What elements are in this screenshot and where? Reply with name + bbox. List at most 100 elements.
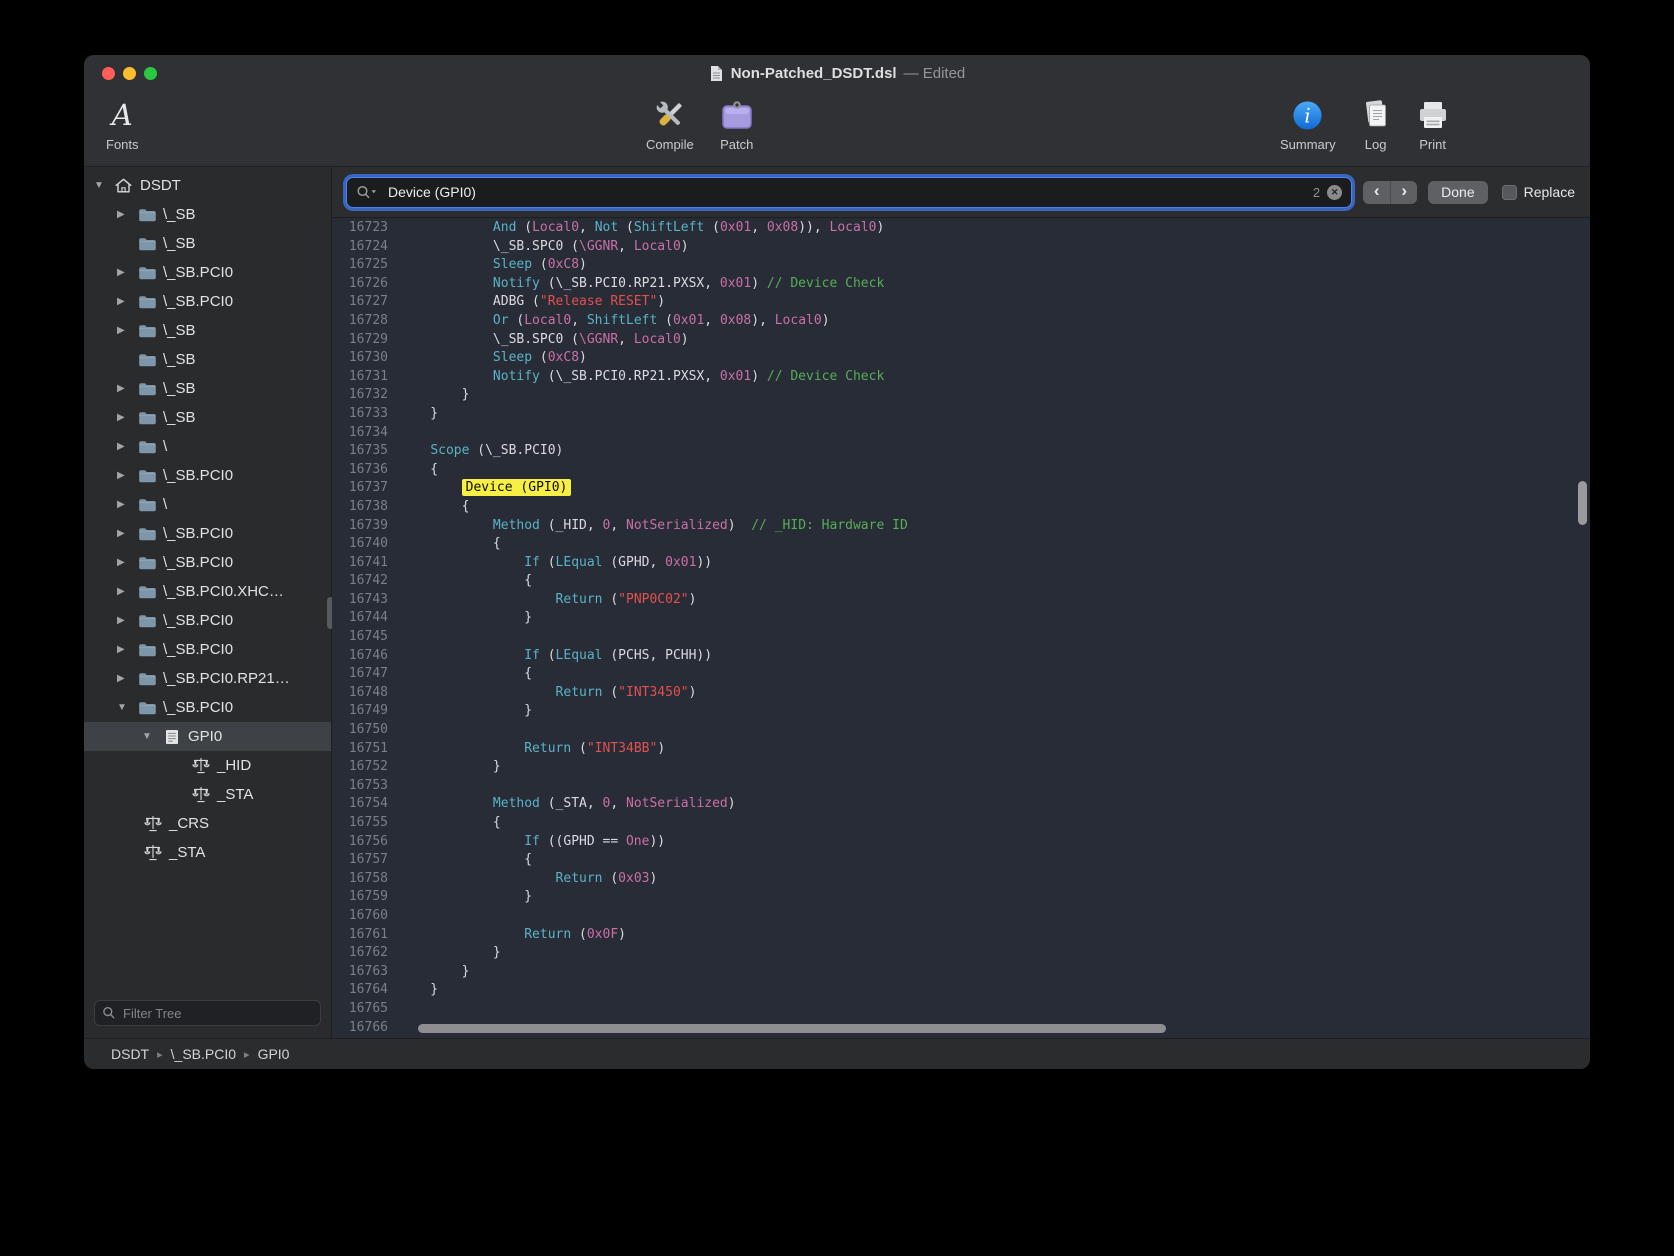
tree-item[interactable]: ▼GPI0	[84, 722, 331, 751]
tree-item[interactable]: _CRS	[84, 809, 331, 838]
code-line[interactable]: 16763 }	[332, 963, 1590, 982]
replace-checkbox[interactable]	[1502, 185, 1517, 200]
find-next-button[interactable]: ›	[1390, 181, 1417, 204]
disclosure-down-icon[interactable]: ▼	[142, 731, 161, 742]
tree-item[interactable]: ▶\_SB.PCI0.RP21…	[84, 664, 331, 693]
code-line[interactable]: 16731 Notify (\_SB.PCI0.RP21.PXSX, 0x01)…	[332, 368, 1590, 387]
code-line[interactable]: 16748 Return ("INT3450")	[332, 684, 1590, 703]
code-line[interactable]: 16738 {	[332, 498, 1590, 517]
code-line[interactable]: 16765	[332, 1000, 1590, 1019]
disclosure-right-icon[interactable]: ▶	[117, 296, 136, 307]
breadcrumb-item[interactable]: DSDT	[111, 1046, 149, 1062]
disclosure-right-icon[interactable]: ▶	[117, 209, 136, 220]
code-line[interactable]: 16728 Or (Local0, ShiftLeft (0x01, 0x08)…	[332, 312, 1590, 331]
code-line[interactable]: 16732 }	[332, 386, 1590, 405]
zoom-window-button[interactable]	[144, 67, 157, 80]
code-line[interactable]: 16734	[332, 424, 1590, 443]
tree-item[interactable]: _STA	[84, 838, 331, 867]
code-line[interactable]: 16726 Notify (\_SB.PCI0.RP21.PXSX, 0x01)…	[332, 275, 1590, 294]
tree-item[interactable]: ▶\_SB	[84, 403, 331, 432]
code-line[interactable]: 16762 }	[332, 944, 1590, 963]
patch-button[interactable]: Patch	[720, 96, 754, 152]
disclosure-right-icon[interactable]: ▶	[117, 673, 136, 684]
disclosure-right-icon[interactable]: ▶	[117, 412, 136, 423]
tree-item[interactable]: ▶\	[84, 432, 331, 461]
summary-button[interactable]: i Summary	[1280, 96, 1336, 152]
find-previous-button[interactable]: ‹	[1363, 181, 1390, 204]
breadcrumb-item[interactable]: GPI0	[258, 1046, 290, 1062]
tree-item[interactable]: ▶\_SB.PCI0	[84, 258, 331, 287]
disclosure-down-icon[interactable]: ▼	[117, 702, 136, 713]
code-line[interactable]: 16757 {	[332, 851, 1590, 870]
filter-tree-input[interactable]	[121, 1005, 313, 1022]
tree-item[interactable]: ▶\_SB.PCI0	[84, 287, 331, 316]
code-line[interactable]: 16749 }	[332, 702, 1590, 721]
code-line[interactable]: 16737 Device (GPI0)	[332, 479, 1590, 498]
disclosure-right-icon[interactable]: ▶	[117, 267, 136, 278]
code-line[interactable]: 16753	[332, 777, 1590, 796]
code-line[interactable]: 16761 Return (0x0F)	[332, 926, 1590, 945]
tree-item[interactable]: ▶\_SB	[84, 374, 331, 403]
disclosure-right-icon[interactable]: ▶	[117, 644, 136, 655]
tree-item[interactable]: \_SB	[84, 345, 331, 374]
tree-item[interactable]: ▶\_SB.PCI0	[84, 606, 331, 635]
find-input[interactable]	[386, 183, 1306, 201]
disclosure-right-icon[interactable]: ▶	[117, 499, 136, 510]
done-button[interactable]: Done	[1428, 181, 1487, 204]
code-editor[interactable]: 16723 And (Local0, Not (ShiftLeft (0x01,…	[332, 218, 1590, 1038]
code-line[interactable]: 16747 {	[332, 665, 1590, 684]
code-line[interactable]: 16725 Sleep (0xC8)	[332, 256, 1590, 275]
tree-item[interactable]: ▶\_SB.PCI0	[84, 548, 331, 577]
disclosure-down-icon[interactable]: ▼	[94, 180, 113, 191]
tree-item[interactable]: ▶\_SB.PCI0	[84, 461, 331, 490]
code-line[interactable]: 16752 }	[332, 758, 1590, 777]
code-line[interactable]: 16751 Return ("INT34BB")	[332, 740, 1590, 759]
tree-item[interactable]: _STA	[84, 780, 331, 809]
code-line[interactable]: 16750	[332, 721, 1590, 740]
code-line[interactable]: 16729 \_SB.SPC0 (\GGNR, Local0)	[332, 331, 1590, 350]
disclosure-right-icon[interactable]: ▶	[117, 586, 136, 597]
code-line[interactable]: 16746 If (LEqual (PCHS, PCHH))	[332, 647, 1590, 666]
code-line[interactable]: 16754 Method (_STA, 0, NotSerialized)	[332, 795, 1590, 814]
tree-item[interactable]: ▶\	[84, 490, 331, 519]
code-line[interactable]: 16764 }	[332, 981, 1590, 1000]
vertical-scrollbar-thumb[interactable]	[1578, 481, 1587, 525]
code-line[interactable]: 16759 }	[332, 888, 1590, 907]
code-line[interactable]: 16756 If ((GPHD == One))	[332, 833, 1590, 852]
code-line[interactable]: 16730 Sleep (0xC8)	[332, 349, 1590, 368]
disclosure-right-icon[interactable]: ▶	[117, 528, 136, 539]
code-line[interactable]: 16740 {	[332, 535, 1590, 554]
minimize-window-button[interactable]	[123, 67, 136, 80]
log-button[interactable]: Log	[1360, 96, 1392, 152]
tree-item[interactable]: ▶\_SB	[84, 200, 331, 229]
tree-item[interactable]: ▼DSDT	[84, 171, 331, 200]
code-line[interactable]: 16727 ADBG ("Release RESET")	[332, 293, 1590, 312]
fonts-button[interactable]: A Fonts	[106, 96, 139, 152]
code-line[interactable]: 16744 }	[332, 609, 1590, 628]
disclosure-right-icon[interactable]: ▶	[117, 325, 136, 336]
code-line[interactable]: 16724 \_SB.SPC0 (\GGNR, Local0)	[332, 238, 1590, 257]
tree-item[interactable]: ▶\_SB	[84, 316, 331, 345]
titlebar[interactable]: Non-Patched_DSDT.dsl — Edited	[84, 55, 1590, 92]
disclosure-right-icon[interactable]: ▶	[117, 470, 136, 481]
tree-item[interactable]: _HID	[84, 751, 331, 780]
code-line[interactable]: 16735 Scope (\_SB.PCI0)	[332, 442, 1590, 461]
disclosure-right-icon[interactable]: ▶	[117, 383, 136, 394]
compile-button[interactable]: Compile	[646, 96, 694, 152]
code-line[interactable]: 16736 {	[332, 461, 1590, 480]
code-line[interactable]: 16739 Method (_HID, 0, NotSerialized) //…	[332, 517, 1590, 536]
disclosure-right-icon[interactable]: ▶	[117, 557, 136, 568]
code-line[interactable]: 16743 Return ("PNP0C02")	[332, 591, 1590, 610]
find-field[interactable]: 2 ✕	[346, 177, 1352, 208]
code-line[interactable]: 16723 And (Local0, Not (ShiftLeft (0x01,…	[332, 219, 1590, 238]
code-line[interactable]: 16745	[332, 628, 1590, 647]
code-line[interactable]: 16733 }	[332, 405, 1590, 424]
document-proxy-icon[interactable]	[709, 65, 724, 82]
code-line[interactable]: 16742 {	[332, 572, 1590, 591]
tree-item[interactable]: \_SB	[84, 229, 331, 258]
code-line[interactable]: 16741 If (LEqual (GPHD, 0x01))	[332, 554, 1590, 573]
code-line[interactable]: 16758 Return (0x03)	[332, 870, 1590, 889]
breadcrumb-item[interactable]: \_SB.PCI0	[171, 1046, 236, 1062]
tree-item[interactable]: ▼\_SB.PCI0	[84, 693, 331, 722]
disclosure-right-icon[interactable]: ▶	[117, 615, 136, 626]
